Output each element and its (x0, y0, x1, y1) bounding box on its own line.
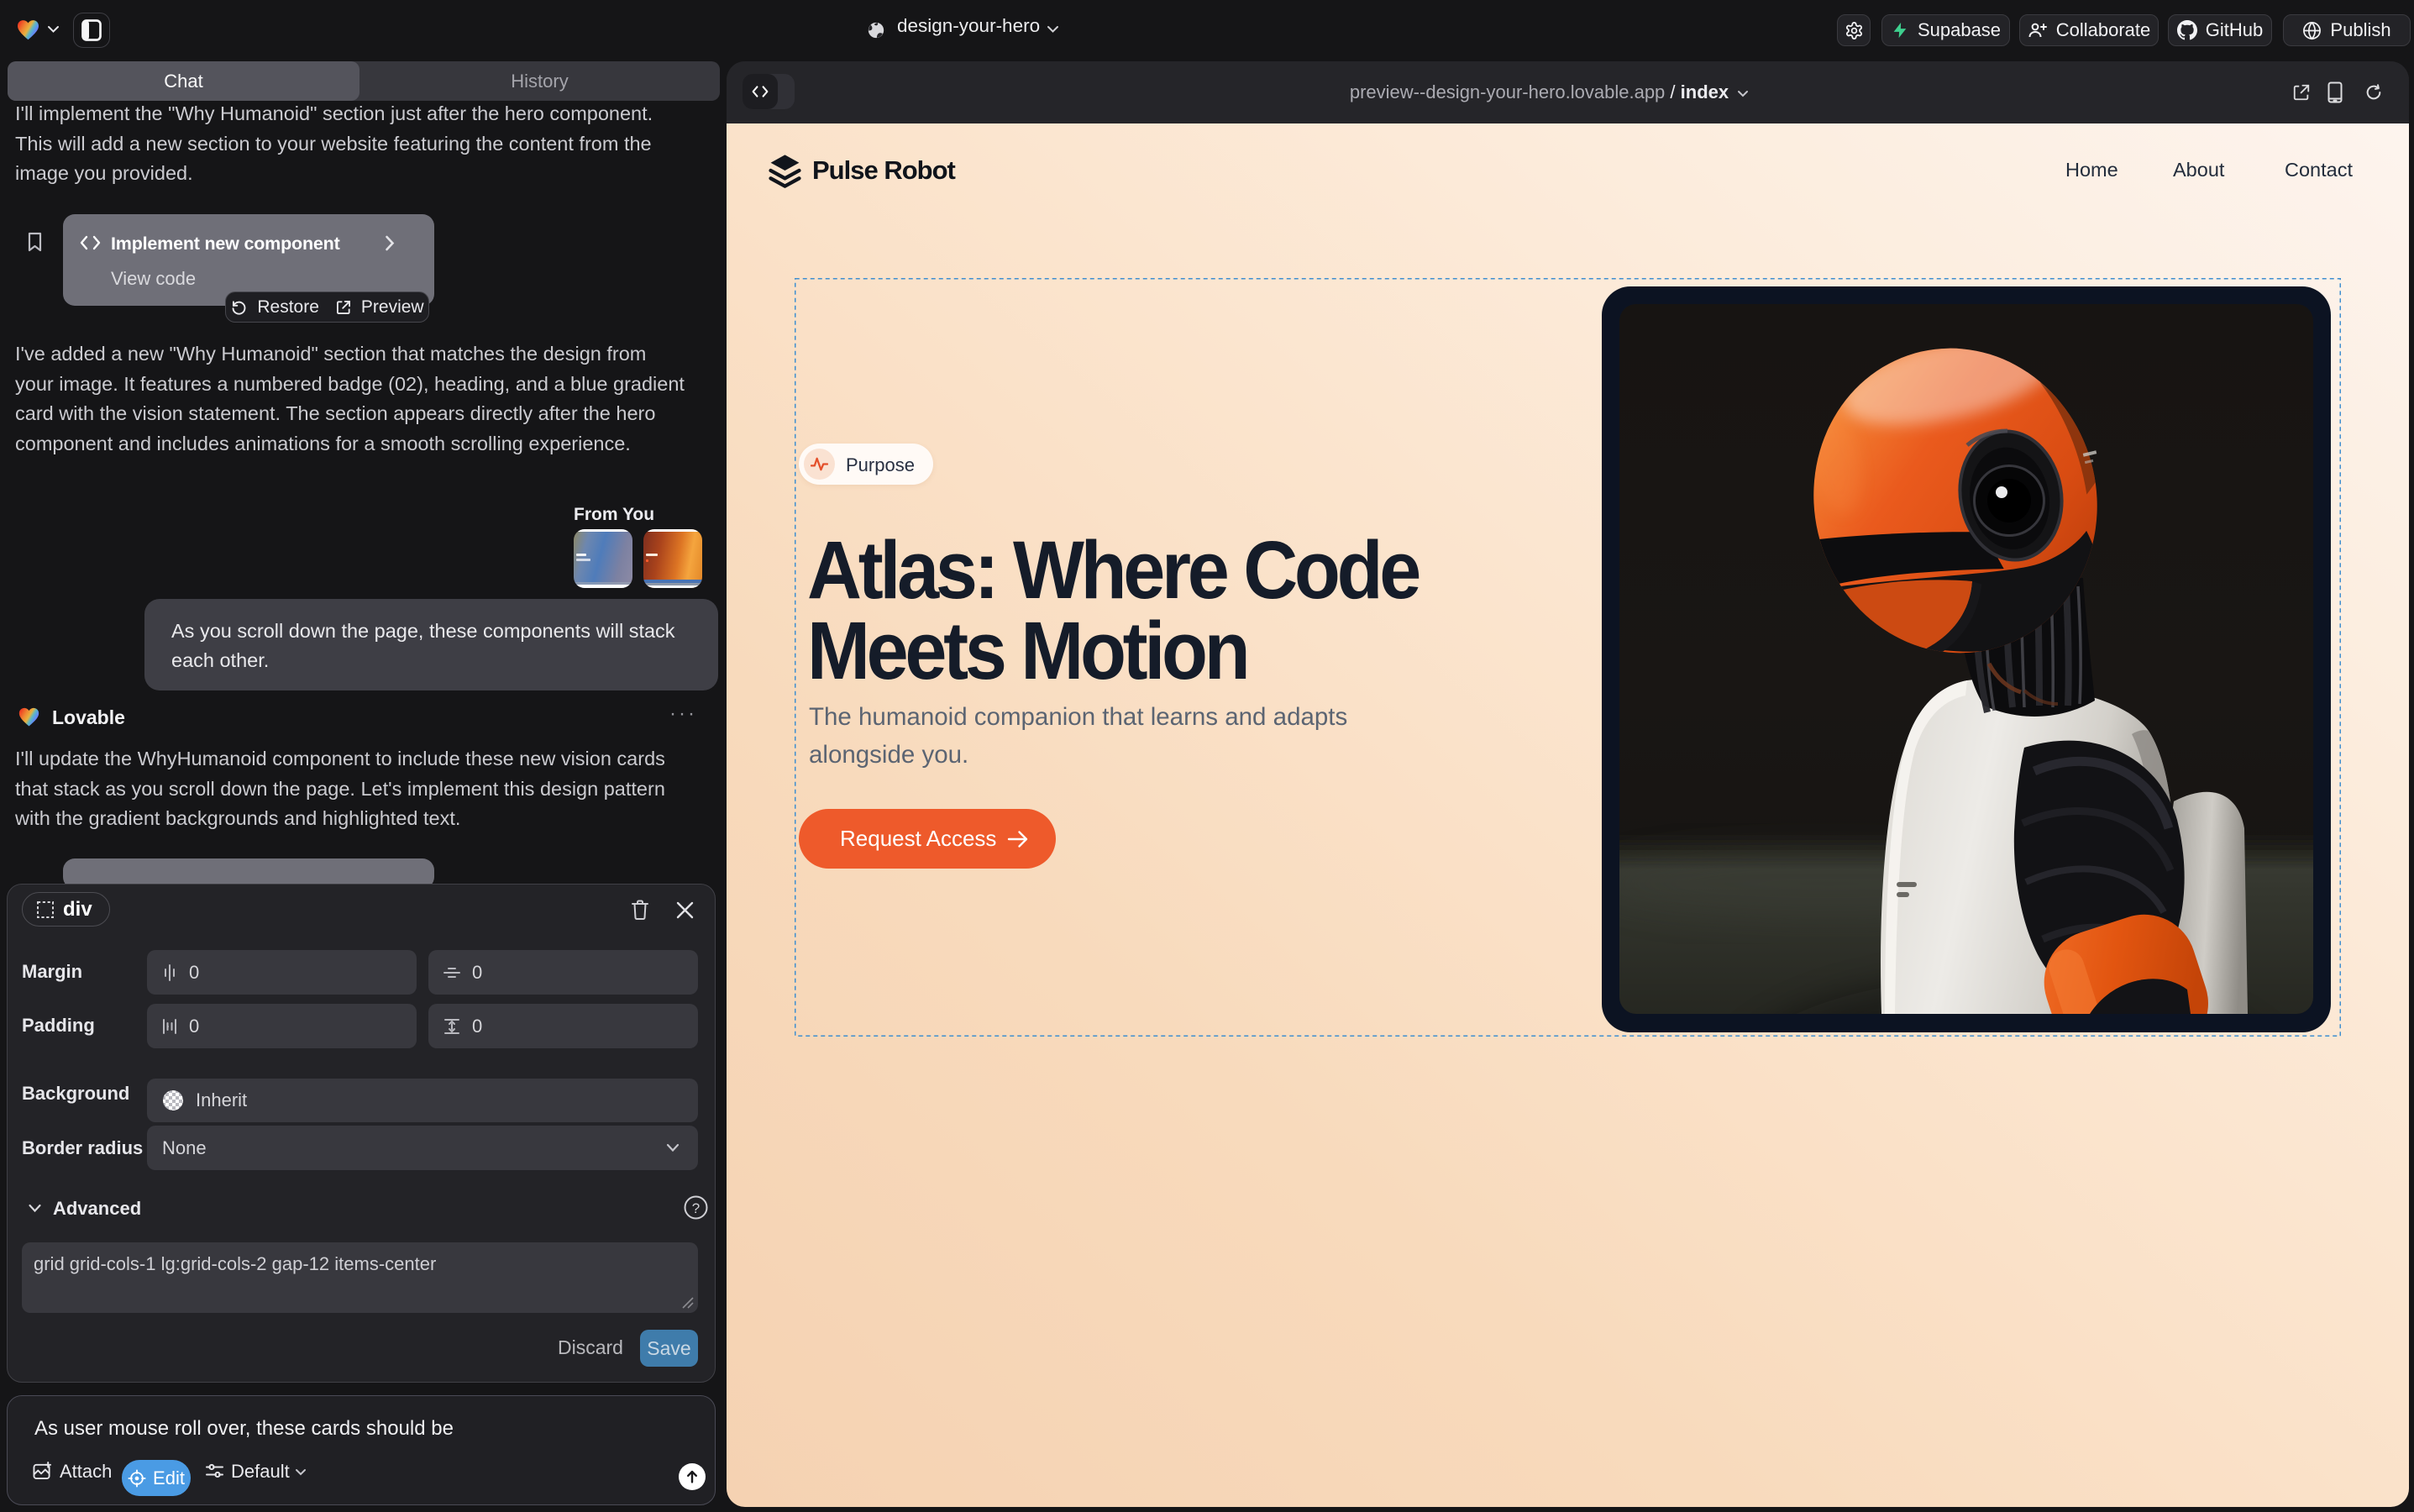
svg-text:?: ? (692, 1200, 700, 1216)
